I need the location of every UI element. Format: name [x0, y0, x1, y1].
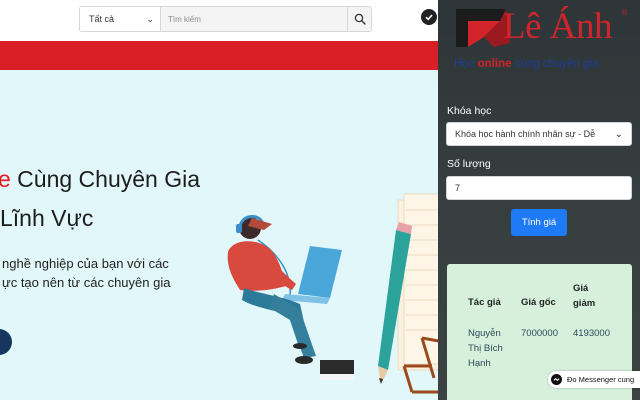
- cell-discount-price: 4193000: [573, 328, 610, 339]
- course-label: Khóa học: [447, 105, 492, 117]
- header-discount-price-line-1: Giá: [573, 283, 589, 294]
- hero-title: e Cùng Chuyên Gia: [0, 166, 200, 193]
- hero-subtitle-line-1: nghề nghiệp của bạn với các: [2, 256, 169, 271]
- hero-title-text: Cùng Chuyên Gia: [10, 166, 201, 192]
- hero-subtitle-line-2: ực tạo nên từ các chuyên gia: [2, 275, 171, 290]
- search-button[interactable]: [347, 7, 371, 31]
- course-select-value: Khóa học hành chính nhân sự - Dễ: [455, 129, 596, 139]
- cell-author-line-2: Thị Bích: [468, 343, 503, 354]
- quantity-input[interactable]: [446, 176, 632, 200]
- course-select[interactable]: Khóa học hành chính nhân sự - Dễ ⌄: [446, 122, 632, 146]
- tagline-online: online: [477, 58, 512, 70]
- header-original-price: Giá gốc: [521, 297, 556, 308]
- messenger-label: Đo Messenger cung: [567, 375, 635, 384]
- messenger-icon: [551, 374, 562, 385]
- logo-title: Lê Ánh: [503, 6, 613, 47]
- calculate-price-button[interactable]: Tính giá: [511, 209, 567, 236]
- logo-tagline: Học online cùng chuyên gia: [454, 58, 598, 70]
- header-discount-price-line-2: giảm: [573, 298, 596, 309]
- hero-title-accent: e: [0, 166, 11, 192]
- hero-action-button[interactable]: [0, 329, 12, 355]
- price-calculator-popup: Lê Ánh ® Học online cùng chuyên gia Khóa…: [438, 0, 640, 400]
- search-input[interactable]: [160, 7, 347, 31]
- brand-logo: Lê Ánh ® Học online cùng chuyên gia: [454, 6, 638, 70]
- category-select[interactable]: Tất cả ⌄: [80, 7, 160, 31]
- registered-mark: ®: [622, 10, 628, 17]
- search-icon: [354, 13, 366, 25]
- tagline-suffix: cùng chuyên gia: [511, 58, 599, 70]
- chevron-down-icon: ⌄: [146, 13, 154, 24]
- header-author: Tác giả: [468, 297, 501, 308]
- hero-illustration: [227, 193, 440, 394]
- tagline-prefix: Học: [454, 58, 478, 70]
- cell-author-line-1: Nguyễn: [468, 328, 501, 339]
- cell-original-price: 7000000: [521, 328, 558, 339]
- cell-author-line-3: Hạnh: [468, 358, 491, 369]
- site-search-bar: Tất cả ⌄: [79, 6, 372, 32]
- chevron-down-icon: ⌄: [614, 128, 623, 140]
- messenger-chat-button[interactable]: Đo Messenger cung: [548, 371, 640, 388]
- verified-check-icon[interactable]: [421, 9, 437, 25]
- hero-title-line-2: Lĩnh Vực: [0, 205, 94, 231]
- quantity-label: Số lượng: [447, 158, 491, 170]
- category-select-value: Tất cả: [89, 14, 115, 24]
